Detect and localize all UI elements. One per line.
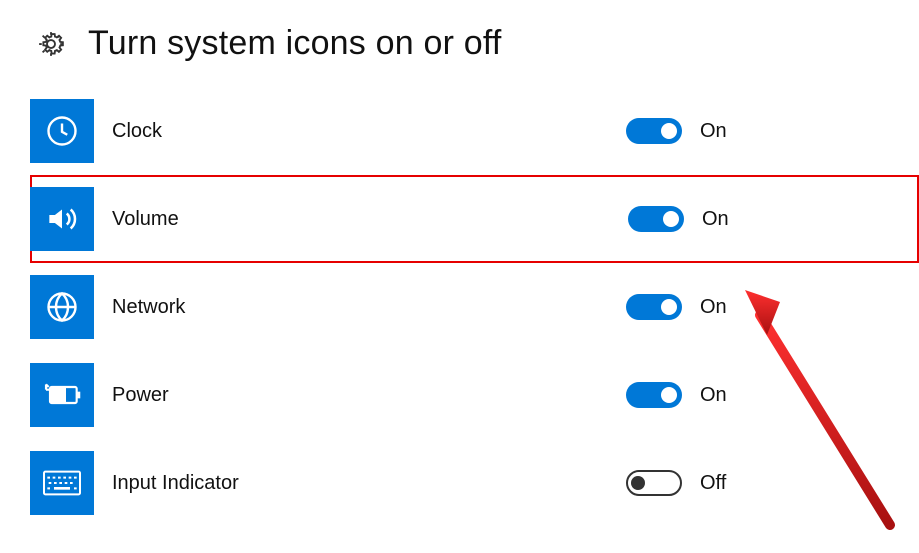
- settings-list: Clock On Volume On: [0, 77, 919, 527]
- network-icon: [30, 275, 94, 339]
- toggle-clock[interactable]: [626, 118, 682, 144]
- row-label: Power: [112, 384, 169, 407]
- row-clock: Clock On: [30, 87, 919, 175]
- page-title: Turn system icons on or off: [88, 24, 502, 63]
- row-power: Power On: [30, 351, 919, 439]
- gear-icon: [36, 29, 66, 59]
- row-input-indicator: Input Indicator Off: [30, 439, 919, 527]
- toggle-status: On: [700, 296, 727, 319]
- toggle-status: On: [700, 120, 727, 143]
- row-volume: Volume On: [30, 175, 919, 263]
- toggle-status: On: [700, 384, 727, 407]
- toggle-power[interactable]: [626, 382, 682, 408]
- input-indicator-icon: [30, 451, 94, 515]
- toggle-input-indicator[interactable]: [626, 470, 682, 496]
- header-bar: Turn system icons on or off: [0, 0, 919, 77]
- toggle-knob: [663, 211, 679, 227]
- row-label: Input Indicator: [112, 472, 239, 495]
- toggle-knob: [661, 123, 677, 139]
- row-label: Clock: [112, 120, 162, 143]
- toggle-knob: [661, 299, 677, 315]
- toggle-network[interactable]: [626, 294, 682, 320]
- toggle-knob: [631, 476, 645, 490]
- power-icon: [30, 363, 94, 427]
- row-network: Network On: [30, 263, 919, 351]
- clock-icon: [30, 99, 94, 163]
- toggle-volume[interactable]: [628, 206, 684, 232]
- volume-icon: [30, 187, 94, 251]
- row-label: Volume: [112, 208, 179, 231]
- toggle-status: On: [702, 208, 729, 231]
- toggle-knob: [661, 387, 677, 403]
- toggle-status: Off: [700, 472, 726, 495]
- row-label: Network: [112, 296, 185, 319]
